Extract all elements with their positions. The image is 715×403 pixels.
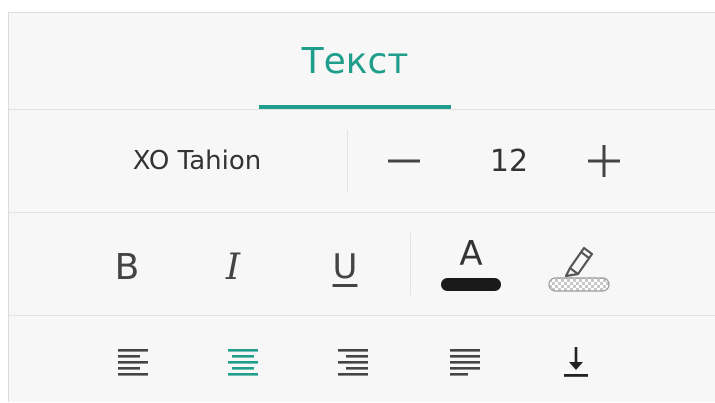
format-row: B I U A <box>9 213 715 316</box>
font-color-button[interactable]: A <box>431 231 511 299</box>
text-format-panel: Текст XO Tahion 12 B I U A <box>8 12 715 402</box>
align-left-button[interactable] <box>109 338 157 386</box>
highlighter-icon <box>548 246 610 292</box>
increase-size-button[interactable] <box>579 136 629 186</box>
font-row: XO Tahion 12 <box>9 110 715 213</box>
align-left-icon <box>118 349 148 376</box>
font-color-label: A <box>459 234 483 274</box>
tab-bar: Текст <box>9 13 715 110</box>
bold-button[interactable]: B <box>99 239 155 295</box>
minus-icon <box>388 159 420 163</box>
tab-text[interactable]: Текст <box>259 13 451 109</box>
font-family-label: XO Tahion <box>132 146 262 176</box>
align-right-icon <box>338 349 368 376</box>
valign-bottom-icon <box>564 347 588 377</box>
font-color-icon: A <box>438 234 504 296</box>
italic-label: I <box>225 246 241 288</box>
align-center-button[interactable] <box>219 338 267 386</box>
highlight-color-button[interactable] <box>539 231 619 299</box>
align-right-button[interactable] <box>329 338 377 386</box>
decrease-size-button[interactable] <box>379 136 429 186</box>
active-tab-indicator <box>259 105 451 109</box>
align-justify-icon <box>450 349 480 376</box>
underline-button[interactable]: U <box>317 239 373 295</box>
underline-label: U <box>332 247 358 287</box>
italic-button[interactable]: I <box>205 239 261 295</box>
vertical-align-bottom-button[interactable] <box>552 338 600 386</box>
font-color-swatch <box>441 278 501 291</box>
paragraph-row <box>9 316 715 403</box>
plus-icon <box>588 145 620 177</box>
bold-label: B <box>114 246 140 288</box>
divider <box>347 130 348 192</box>
divider <box>410 233 411 295</box>
font-size-value: 12 <box>489 143 529 179</box>
tab-text-label: Текст <box>301 40 409 82</box>
align-center-icon <box>228 349 258 376</box>
font-family-selector[interactable]: XO Tahion <box>97 110 297 212</box>
justify-button[interactable] <box>441 338 489 386</box>
